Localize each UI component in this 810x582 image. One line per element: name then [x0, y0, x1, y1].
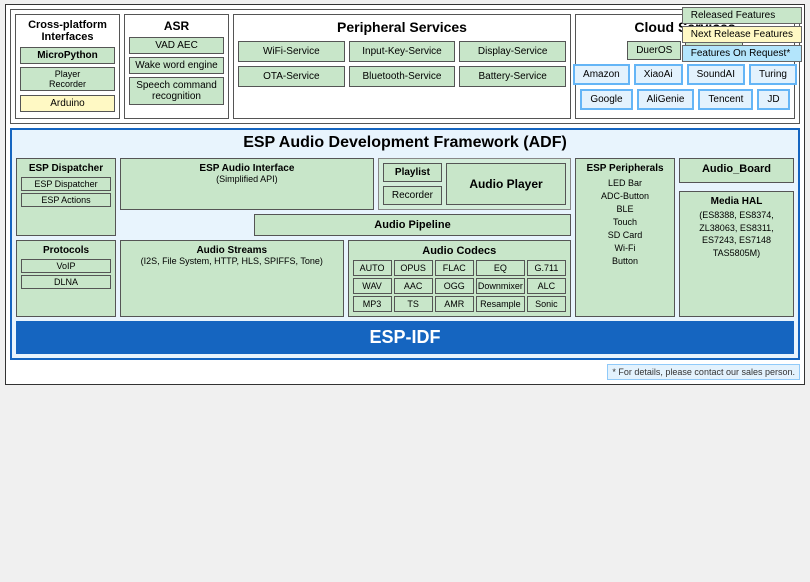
voip-item: VoIP	[21, 259, 111, 273]
audio-streams-box: Audio Streams (I2S, File System, HTTP, H…	[120, 240, 344, 317]
cross-platform-box: Cross-platform Interfaces MicroPython Pl…	[15, 14, 120, 119]
playlist-box: Playlist	[383, 163, 442, 182]
google-item: Google	[580, 89, 632, 110]
espidf-bar: ESP-IDF	[16, 321, 794, 354]
periph-adc: ADC-Button	[580, 190, 670, 202]
peripheral-title: Peripheral Services	[238, 19, 566, 35]
main-container: Released Features Next Release Features …	[5, 4, 805, 385]
codec-aac: AAC	[394, 278, 433, 294]
asr-box: ASR VAD AEC Wake word engine Speech comm…	[124, 14, 229, 119]
audio-player-box: Audio Player	[446, 163, 566, 205]
legend: Released Features Next Release Features …	[682, 7, 802, 62]
periph-ble: BLE	[580, 203, 670, 215]
esp-peripherals-title: ESP Peripherals	[580, 163, 670, 174]
cloud-row2: Amazon XiaoAi SoundAI Turing	[580, 64, 790, 85]
input-item: Input-Key-Service	[349, 41, 456, 62]
protocols-title: Protocols	[21, 245, 111, 256]
codec-downmixer: Downmixer	[476, 278, 525, 294]
dispatcher-box: ESP Dispatcher ESP Dispatcher ESP Action…	[16, 158, 116, 236]
tencent-item: Tencent	[698, 89, 753, 110]
audioboard-title: Audio_Board	[684, 163, 789, 175]
legend-released: Released Features	[682, 7, 802, 24]
wake-item: Wake word engine	[129, 57, 224, 74]
asr-title: ASR	[129, 19, 224, 33]
audioboard-box: Audio_Board	[679, 158, 794, 183]
mediahal-content: (ES8388, ES8374, ZL38063, ES8311, ES7243…	[684, 209, 789, 259]
ota-item: OTA-Service	[238, 66, 345, 87]
amazon-item: Amazon	[573, 64, 630, 85]
periph-sd: SD Card	[580, 229, 670, 241]
audio-interface-sub: (Simplified API)	[125, 174, 369, 184]
dispatcher-title: ESP Dispatcher	[21, 163, 111, 174]
micropython-box: MicroPython	[20, 47, 115, 64]
codec-flac: FLAC	[435, 260, 474, 276]
protocols-box: Protocols VoIP DLNA	[16, 240, 116, 318]
pipeline-box: Audio Pipeline	[254, 214, 571, 236]
peripheral-box: Peripheral Services WiFi-Service Input-K…	[233, 14, 571, 119]
arduino-box: Arduino	[20, 95, 115, 112]
legend-next: Next Release Features	[682, 26, 802, 43]
codecs-box: Audio Codecs AUTO OPUS FLAC EQ G.711 WAV…	[348, 240, 572, 317]
cross-platform-title: Cross-platform Interfaces	[20, 19, 115, 43]
recorder-box: Recorder	[383, 186, 442, 205]
jd-item: JD	[757, 89, 789, 110]
legend-request: Features On Request*	[682, 45, 802, 62]
codecs-title: Audio Codecs	[353, 245, 567, 257]
cloud-row3: Google AliGenie Tencent JD	[580, 89, 790, 110]
dlna-item: DLNA	[21, 275, 111, 289]
codec-eq: EQ	[476, 260, 525, 276]
dispatcher-item1: ESP Dispatcher	[21, 177, 111, 191]
aligenie-item: AliGenie	[637, 89, 695, 110]
dispatcher-item2: ESP Actions	[21, 193, 111, 207]
codec-auto: AUTO	[353, 260, 392, 276]
xiaoai-item: XiaoAi	[634, 64, 683, 85]
player-recorder-box: Player Recorder	[20, 67, 115, 91]
wifi-item: WiFi-Service	[238, 41, 345, 62]
bluetooth-item: Bluetooth-Service	[349, 66, 456, 87]
codec-mp3: MP3	[353, 296, 392, 312]
player-label: Player	[25, 69, 110, 79]
recorder-label: Recorder	[25, 79, 110, 89]
turing-item: Turing	[749, 64, 797, 85]
soundai-item: SoundAI	[687, 64, 745, 85]
speech-item: Speech command recognition	[129, 77, 224, 105]
codec-ts: TS	[394, 296, 433, 312]
codec-alc: ALC	[527, 278, 566, 294]
codec-g711: G.711	[527, 260, 566, 276]
adf-section: ESP Audio Development Framework (ADF) ES…	[10, 128, 800, 360]
codecs-grid: AUTO OPUS FLAC EQ G.711 WAV AAC OGG Down…	[353, 260, 567, 312]
esp-peripherals-box: ESP Peripherals LED Bar ADC-Button BLE T…	[575, 158, 675, 317]
battery-item: Battery-Service	[459, 66, 566, 87]
periph-wifi: Wi-Fi	[580, 242, 670, 254]
mediahal-box: Media HAL (ES8388, ES8374, ZL38063, ES83…	[679, 191, 794, 317]
adf-title: ESP Audio Development Framework (ADF)	[16, 134, 794, 152]
peripheral-grid: WiFi-Service Input-Key-Service Display-S…	[238, 41, 566, 87]
periph-led: LED Bar	[580, 177, 670, 189]
audio-interface-box: ESP Audio Interface (Simplified API)	[120, 158, 374, 210]
codec-amr: AMR	[435, 296, 474, 312]
vad-item: VAD AEC	[129, 37, 224, 54]
periph-touch: Touch	[580, 216, 670, 228]
codec-ogg: OGG	[435, 278, 474, 294]
audio-streams-title: Audio Streams	[125, 245, 339, 256]
codec-sonic: Sonic	[527, 296, 566, 312]
audio-streams-sub: (I2S, File System, HTTP, HLS, SPIFFS, To…	[125, 256, 339, 266]
codec-wav: WAV	[353, 278, 392, 294]
footer-note: * For details, please contact our sales …	[607, 364, 800, 380]
codec-resample: Resample	[476, 296, 525, 312]
mediahal-title: Media HAL	[684, 196, 789, 207]
periph-button: Button	[580, 255, 670, 267]
dueros-item: DuerOS	[627, 41, 681, 60]
codec-opus: OPUS	[394, 260, 433, 276]
audio-interface-title: ESP Audio Interface	[125, 163, 369, 174]
display-item: Display-Service	[459, 41, 566, 62]
